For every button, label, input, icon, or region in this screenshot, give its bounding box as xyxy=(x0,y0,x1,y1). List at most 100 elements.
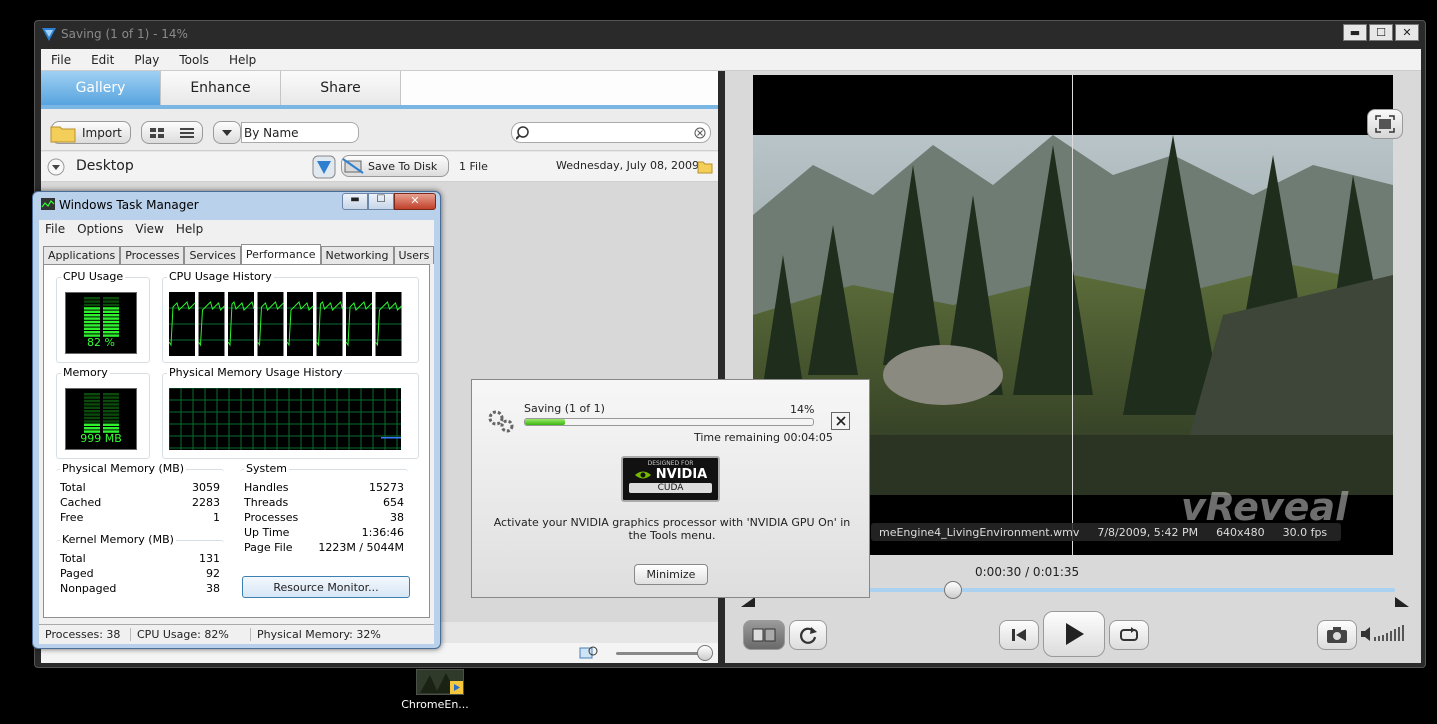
nvidia-message: Activate your NVIDIA graphics processor … xyxy=(493,516,851,542)
view-toggle[interactable] xyxy=(141,121,203,144)
camera-icon xyxy=(1327,627,1347,643)
cpu-history-group: CPU Usage History xyxy=(162,270,419,363)
meter-bar xyxy=(84,406,100,409)
video-info-bar: meEngine4_LivingEnvironment.wmv 7/8/2009… xyxy=(871,523,1341,541)
memory-history-graph xyxy=(169,388,401,450)
file-count: 1 File xyxy=(459,160,488,173)
zoom-slider-thumb[interactable] xyxy=(697,645,713,661)
play-button[interactable] xyxy=(1043,611,1105,657)
snapshot-button[interactable] xyxy=(1317,620,1357,650)
volume-icon[interactable] xyxy=(1361,624,1411,644)
tab-share[interactable]: Share xyxy=(281,71,401,105)
title-bar[interactable]: Saving (1 of 1) - 14% ▬ ☐ ✕ xyxy=(35,21,1425,47)
search-icon xyxy=(516,126,529,140)
tm-menu-file[interactable]: File xyxy=(45,222,65,236)
trim-start-marker-icon[interactable] xyxy=(741,597,755,607)
meter-bar xyxy=(84,416,100,420)
tm-minimize-button[interactable]: ▬ xyxy=(342,193,368,210)
system-group: System Handles 15273 Threads 654 Processes… xyxy=(240,462,408,561)
tab-enhance[interactable]: Enhance xyxy=(161,71,281,105)
menu-help[interactable]: Help xyxy=(229,53,256,67)
pm-total-row: Total 3059 xyxy=(60,481,220,494)
save-to-disk-button[interactable]: Save To Disk xyxy=(341,155,449,177)
tm-tab-users[interactable]: Users xyxy=(393,246,435,264)
nvidia-badge-top: DESIGNED FOR xyxy=(647,460,694,467)
video-resolution: 640x480 xyxy=(1216,525,1265,539)
vreveal-logo-icon xyxy=(42,28,56,41)
minimize-button[interactable]: ▬ xyxy=(1343,24,1367,41)
menu-edit[interactable]: Edit xyxy=(91,53,114,67)
tab-gallery[interactable]: Gallery xyxy=(41,71,161,105)
desktop-video-icon[interactable]: ChromeEn... xyxy=(400,668,470,719)
folder-date: Wednesday, July 08, 2009 xyxy=(556,159,699,172)
import-button[interactable]: Import xyxy=(50,121,131,144)
meter-bar xyxy=(84,420,100,423)
sort-dropdown-button[interactable] xyxy=(213,121,241,144)
meter-bar xyxy=(103,297,119,300)
dialog-close-button[interactable] xyxy=(831,412,850,430)
tm-menu-view[interactable]: View xyxy=(135,222,163,236)
tm-tab-services[interactable]: Services xyxy=(184,246,241,264)
meter-bar xyxy=(84,314,100,317)
tm-tab-processes[interactable]: Processes xyxy=(120,246,185,264)
physical-memory-label: Physical Memory (MB) xyxy=(60,462,187,475)
clear-search-icon[interactable] xyxy=(694,127,706,139)
seek-thumb[interactable] xyxy=(944,581,962,599)
grid-view-icon[interactable] xyxy=(149,127,165,139)
minimize-dialog-button[interactable]: Minimize xyxy=(634,564,708,585)
tm-close-button[interactable]: ✕ xyxy=(394,193,436,210)
split-view-button[interactable] xyxy=(743,620,785,650)
fullscreen-button[interactable] xyxy=(1367,109,1403,139)
close-button[interactable]: ✕ xyxy=(1395,24,1419,41)
collapse-chevron-icon[interactable] xyxy=(47,158,65,176)
physical-memory-group: Physical Memory (MB) Total 3059 Cached 228… xyxy=(56,462,224,531)
tm-body: Applications Processes Services Performa… xyxy=(39,238,435,624)
menu-file[interactable]: File xyxy=(51,53,71,67)
rotate-button[interactable] xyxy=(789,620,827,650)
before-after-divider[interactable] xyxy=(1072,75,1073,555)
cpu-meter-bars xyxy=(84,297,119,337)
cpu-meter: 82 % xyxy=(65,292,137,354)
video-thumbnail-icon xyxy=(415,668,465,696)
resource-monitor-button[interactable]: Resource Monitor... xyxy=(242,576,410,598)
skip-back-icon xyxy=(1012,629,1026,641)
select-all-icon[interactable] xyxy=(312,155,336,179)
open-folder-icon[interactable] xyxy=(697,160,713,174)
meter-bar xyxy=(103,317,119,320)
meter-bar xyxy=(84,327,100,330)
chevron-down-icon xyxy=(222,129,232,136)
maximize-button[interactable]: ☐ xyxy=(1369,24,1393,41)
previous-button[interactable] xyxy=(999,620,1039,650)
kernel-memory-group: Kernel Memory (MB) Total 131 Paged 92 Nonp… xyxy=(56,533,224,602)
meter-bar xyxy=(103,423,119,426)
menu-play[interactable]: Play xyxy=(134,53,159,67)
tm-maximize-button[interactable]: ☐ xyxy=(368,193,394,210)
km-paged-row: Paged 92 xyxy=(60,567,220,580)
meter-bar xyxy=(103,310,119,313)
system-label: System xyxy=(244,462,290,475)
search-input[interactable] xyxy=(511,122,711,143)
menu-tools[interactable]: Tools xyxy=(179,53,209,67)
saving-progress-fill xyxy=(525,419,566,425)
tm-menu-options[interactable]: Options xyxy=(77,222,123,236)
trim-end-marker-icon[interactable] xyxy=(1395,597,1409,607)
loop-button[interactable] xyxy=(1109,620,1149,650)
kernel-memory-label: Kernel Memory (MB) xyxy=(60,533,176,546)
meter-bar xyxy=(103,307,119,310)
meter-bar xyxy=(84,403,100,406)
zoom-icon xyxy=(579,646,598,659)
meter-bar xyxy=(103,320,119,324)
tm-tab-applications[interactable]: Applications xyxy=(43,246,121,264)
tm-menu-help[interactable]: Help xyxy=(176,222,203,236)
tm-tab-networking[interactable]: Networking xyxy=(320,246,394,264)
tm-tab-performance[interactable]: Performance xyxy=(240,244,321,264)
meter-bar xyxy=(84,310,100,313)
task-manager-title: Windows Task Manager xyxy=(59,198,199,212)
meter-bar xyxy=(84,331,100,334)
sort-select[interactable]: By Name xyxy=(241,122,359,143)
saving-percent: 14% xyxy=(790,403,815,416)
list-view-icon[interactable] xyxy=(179,127,195,139)
meter-bar xyxy=(84,317,100,320)
saving-dialog: Saving (1 of 1) 14% Time remaining 00:04… xyxy=(471,379,870,598)
tm-tabs: Applications Processes Services Performa… xyxy=(43,244,435,264)
